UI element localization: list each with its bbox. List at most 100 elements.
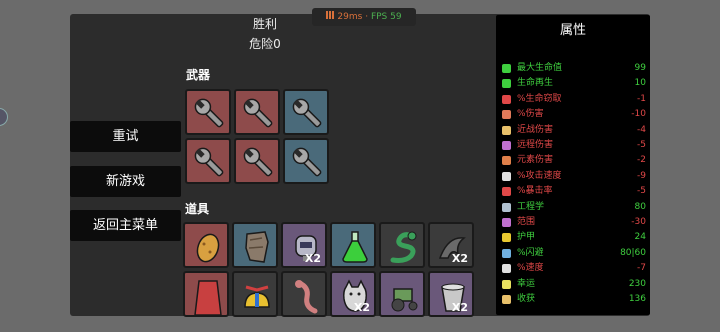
crit-icon [502,187,511,197]
danger-level: 危险0 [249,37,281,51]
stat-value: -4 [637,124,646,135]
stat-name: 远程伤害 [517,140,554,150]
stat-name: %生命窃取 [517,93,562,104]
result-title: 胜利 [252,17,277,31]
wrench-icon-slot[interactable] [283,89,329,135]
performance-overlay: 29ms · FPS 59 [312,8,416,26]
flame-icon [502,156,511,166]
luck-icon [502,279,511,289]
range-icon [502,218,511,227]
sword-icon [502,125,511,135]
stat-value: 80 [634,201,646,212]
robot-helmet-icon-slot[interactable]: X2 [281,222,327,268]
stat-row: %暴击率 -5 [502,185,646,198]
stat-value: 136 [628,294,646,304]
stat-value: -1 [637,93,646,104]
stats-title: 属性 [559,23,586,38]
dodge-icon [502,248,511,258]
stat-name: %伤害 [517,109,544,120]
ranged-icon [502,141,511,150]
stat-name: 生命再生 [517,78,554,89]
stat-row: 生命再生 10 [502,77,646,90]
stat-value: -9 [637,170,646,181]
stat-value: 230 [628,278,646,289]
cat-icon-slot[interactable]: X2 [330,271,376,317]
weapons-label: 武器 [186,68,211,82]
stat-row: %生命窃取 -1 [502,93,646,106]
stat-row: 最大生命值 99 [502,62,646,75]
speed-icon [502,264,511,274]
latency-value: 29ms [337,12,363,22]
harvest-icon [502,295,511,304]
stat-name: 最大生命值 [517,63,563,73]
red-cape-icon-slot[interactable] [183,271,229,317]
retry-button[interactable]: 重试 [70,121,181,152]
lifesteal-icon [502,94,511,104]
hourglass-icon [502,171,511,181]
stat-row: 范围 -30 [502,216,646,229]
stat-value: 10 [634,78,646,89]
perf-separator: · [365,12,369,22]
wrench-icon-slot[interactable] [185,89,231,135]
item-count-badge: X2 [451,252,468,265]
wrench-icon-slot[interactable] [234,138,280,184]
stat-row: 工程学 80 [502,201,646,214]
stat-name: 收获 [517,294,536,304]
stat-name: 幸运 [517,278,536,289]
stat-value: -5 [637,186,646,197]
stat-value: -10 [631,109,646,120]
snake-icon-slot[interactable] [379,222,425,268]
stat-name: %暴击率 [517,186,553,197]
run-summary-header: 胜利 危险0 [205,14,325,54]
stats-panel: 属性 最大生命值 99 生命再生 10 %生命窃取 -1 %伤害 -10 近战伤害 -4 远程伤害 -… [496,15,650,315]
signal-bars-icon [326,11,336,19]
propeller-hat-icon-slot[interactable] [232,271,278,317]
stat-value: -2 [637,155,646,166]
stat-name: %速度 [517,263,544,274]
damage-icon [502,110,511,120]
stat-name: 近战伤害 [517,124,554,135]
stat-row: %伤害 -10 [502,108,646,121]
item-count-badge: X2 [353,301,370,314]
wrench-icon-slot[interactable] [234,89,280,135]
fps-value: FPS 59 [370,12,402,22]
stat-value: -7 [637,263,646,274]
item-count-badge: X2 [304,252,321,265]
stat-row: 护甲 24 [502,231,646,244]
stat-value: -5 [637,140,646,150]
potion-flask-icon-slot[interactable] [330,222,376,268]
item-count-badge: X2 [451,301,468,314]
stat-value: 99 [634,63,646,73]
potato-icon-slot[interactable] [183,222,229,268]
stat-value: -30 [631,217,646,227]
stat-row: 元素伤害 -2 [502,154,646,167]
stat-row: 远程伤害 -5 [502,139,646,152]
stat-row: 近战伤害 -4 [502,124,646,137]
shield-icon [502,233,511,243]
lizard-icon-slot[interactable] [281,271,327,317]
stat-row: 收获 136 [502,293,646,306]
wrench-icon-slot[interactable] [185,138,231,184]
stat-row: %攻击速度 -9 [502,170,646,183]
side-handle[interactable] [0,108,8,126]
items-label: 道具 [185,202,210,216]
main-menu-button[interactable]: 返回主菜单 [70,210,181,241]
stat-value: 24 [634,232,646,243]
bucket-icon-slot[interactable]: X2 [428,271,474,317]
stat-name: 工程学 [517,201,545,212]
torn-cloth-icon-slot[interactable] [232,222,278,268]
stat-row: %闪避 80|60 [502,247,646,260]
stat-row: 幸运 230 [502,278,646,291]
new-game-button[interactable]: 新游戏 [70,166,181,197]
wrench-icon-slot[interactable] [283,138,329,184]
stat-name: %攻击速度 [517,170,562,181]
stat-value: 80|60 [620,247,646,258]
stat-name: %闪避 [517,247,544,258]
regen-icon [502,79,511,89]
heart-icon [502,64,511,73]
dark-tentacle-icon-slot[interactable]: X2 [428,222,474,268]
stat-name: 范围 [517,217,536,227]
tractor-icon-slot[interactable] [379,271,425,317]
stat-row: %速度 -7 [502,262,646,275]
stat-name: 护甲 [517,232,536,243]
